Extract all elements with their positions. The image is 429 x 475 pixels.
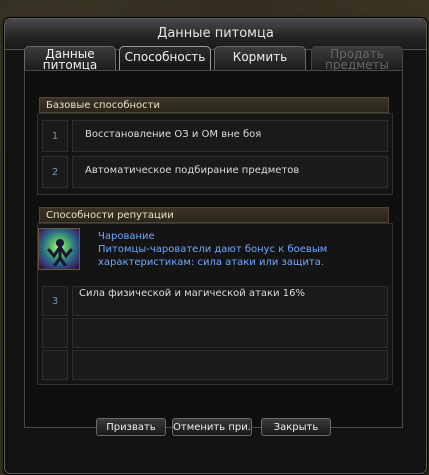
charm-skill-icon[interactable] [38,228,80,270]
skill-description: Питомцы-чарователи дают бонус к боевым х… [98,244,328,268]
empty-text-cell [72,350,388,380]
tab-sell-items[interactable]: Продать предметы [311,46,403,71]
skill-description-block: Чарование Питомцы-чарователи дают бонус … [98,230,386,269]
basic-abilities-box: 1 Восстановление ОЗ и ОМ вне боя 2 Автом… [37,113,393,195]
list-item[interactable]: 3 Сила физической и магической атаки 16% [38,286,392,316]
ability-text: Автоматическое подбирание предметов [72,156,388,188]
basic-abilities-header: Базовые способности [39,97,389,113]
summon-button[interactable]: Призвать [96,418,166,436]
ability-number: 2 [42,156,68,188]
reputation-skill[interactable]: Чарование Питомцы-чарователи дают бонус … [38,226,392,278]
tab-bar: Данные питомца Способность Кормить Прода… [24,46,404,71]
ability-text: Восстановление ОЗ и ОМ вне боя [72,120,388,152]
cancel-summon-button[interactable]: Отменить при... [172,418,252,436]
ability-number: 1 [42,120,68,152]
ability-number: 3 [42,286,68,316]
skill-name: Чарование [98,231,155,242]
list-item[interactable]: 2 Автоматическое подбирание предметов [38,156,392,188]
empty-number-cell [42,318,68,348]
ability-text: Сила физической и магической атаки 16% [72,286,388,316]
list-item[interactable]: 1 Восстановление ОЗ и ОМ вне боя [38,120,392,152]
tab-pet-data[interactable]: Данные питомца [24,46,116,71]
close-button[interactable]: Закрыть [261,418,331,436]
empty-number-cell [42,350,68,380]
empty-text-cell [72,318,388,348]
figure-icon [47,239,73,266]
reputation-abilities-header: Способности репутации [39,207,389,223]
ability-panel: Базовые способности 1 Восстановление ОЗ … [24,70,403,428]
empty-slot [38,350,392,380]
reputation-abilities-box: Чарование Питомцы-чарователи дают бонус … [37,223,393,385]
empty-slot [38,318,392,348]
tab-ability[interactable]: Способность [119,46,211,70]
tab-feed[interactable]: Кормить [214,46,306,70]
